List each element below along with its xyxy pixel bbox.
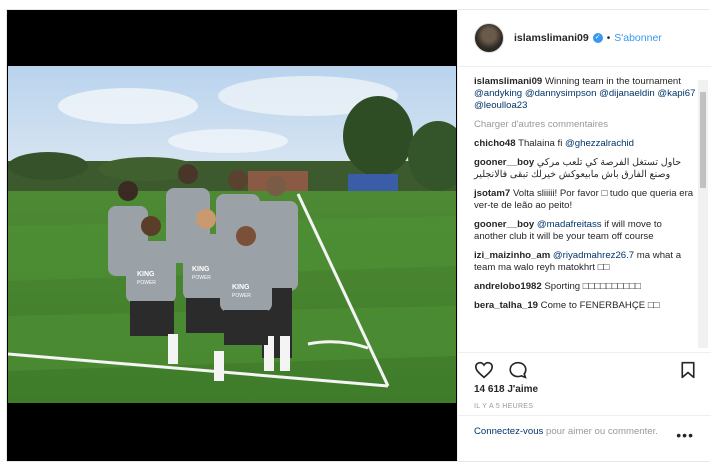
load-more-comments-link[interactable]: Charger d'autres commentaires — [474, 119, 697, 131]
post-photo[interactable]: KING POWER KING POWER KING POWER — [8, 66, 456, 403]
separator-dot: • — [606, 32, 611, 44]
comment-item: gooner__boy حاول تستغل الفرصة كي تلعب مر… — [474, 157, 697, 181]
comment-item: jsotam7 Volta sliiiii! Por favor □ tudo … — [474, 188, 697, 212]
comment-username[interactable]: andrelobo1982 — [474, 281, 542, 292]
comment-username[interactable]: bera_talha_19 — [474, 300, 538, 311]
mention-link[interactable]: @madafreitass — [537, 219, 602, 230]
comment-item: chicho48 Thalaina fi @ghezzalrachid — [474, 138, 697, 150]
mention-link[interactable]: @ghezzalrachid — [565, 138, 634, 149]
mention-link[interactable]: @kapi67 — [657, 88, 695, 99]
shirt-sponsor-text: KING — [192, 266, 210, 273]
caption: islamslimani09 Winning team in the tourn… — [474, 76, 697, 112]
comment-icon[interactable] — [508, 361, 528, 384]
header-username[interactable]: islamslimani09 — [514, 32, 589, 44]
comment-item: bera_talha_19 Come to FENERBAHÇE □□ — [474, 300, 697, 312]
caption-text: Winning team in the tournament — [544, 76, 681, 87]
scrollbar-thumb[interactable] — [700, 92, 706, 188]
action-bar — [458, 352, 711, 382]
comment-text: Sporting □□□□□□□□□□ — [544, 281, 641, 292]
comment-text: Come to FENERBAHÇE □□ — [540, 300, 660, 311]
comment-username[interactable]: jsotam7 — [474, 188, 510, 199]
mention-link[interactable]: @leoulloa23 — [474, 100, 527, 111]
shirt-sponsor-text: POWER — [232, 293, 251, 299]
mention-link[interactable]: @dannysimpson — [525, 88, 597, 99]
caption-username[interactable]: islamslimani09 — [474, 76, 542, 87]
login-link[interactable]: Connectez-vous — [474, 426, 543, 437]
post-header: islamslimani09 ✓ • S'abonner — [458, 10, 711, 67]
comment-text: Thalaina fi — [518, 138, 563, 149]
mention-link[interactable]: @dijanaeldin — [599, 88, 655, 99]
verified-badge-icon: ✓ — [592, 33, 603, 43]
media-area: KING POWER KING POWER KING POWER — [7, 10, 457, 461]
login-prompt-text: pour aimer ou commenter. — [543, 426, 658, 437]
comment-username[interactable]: gooner__boy — [474, 157, 534, 168]
heart-icon[interactable] — [474, 361, 494, 384]
follow-button[interactable]: S'abonner — [614, 32, 662, 44]
comments-scrollbar[interactable] — [698, 80, 708, 348]
comment-item: andrelobo1982 Sporting □□□□□□□□□□ — [474, 281, 697, 293]
shirt-sponsor-text: POWER — [192, 275, 211, 281]
shirt-sponsor-text: KING — [232, 284, 250, 291]
post-modal: KING POWER KING POWER KING POWER islamsl… — [6, 9, 711, 462]
comment-item: gooner__boy @madafreitass if will move t… — [474, 219, 697, 243]
avatar[interactable] — [474, 23, 504, 53]
bookmark-icon[interactable] — [680, 361, 696, 384]
post-side-panel: islamslimani09 ✓ • S'abonner islamsliman… — [457, 10, 711, 461]
comment-username[interactable]: izi_maizinho_am — [474, 250, 550, 261]
shirt-sponsor-text: KING — [137, 271, 155, 278]
login-prompt: Connectez-vous pour aimer ou commenter. — [458, 415, 711, 461]
comment-username[interactable]: gooner__boy — [474, 219, 534, 230]
shirt-sponsor-text: POWER — [137, 280, 156, 286]
comments-list: islamslimani09 Winning team in the tourn… — [458, 72, 711, 352]
comment-username[interactable]: chicho48 — [474, 138, 516, 149]
comment-item: izi_maizinho_am @riyadmahrez26.7 ma what… — [474, 250, 697, 274]
mention-link[interactable]: @andyking — [474, 88, 522, 99]
post-timestamp[interactable]: IL Y A 5 HEURES — [474, 403, 533, 410]
likes-count[interactable]: 14 618 J'aime — [474, 384, 538, 395]
more-options-icon[interactable]: ••• — [676, 427, 694, 443]
mention-link[interactable]: @riyadmahrez26.7 — [553, 250, 634, 261]
